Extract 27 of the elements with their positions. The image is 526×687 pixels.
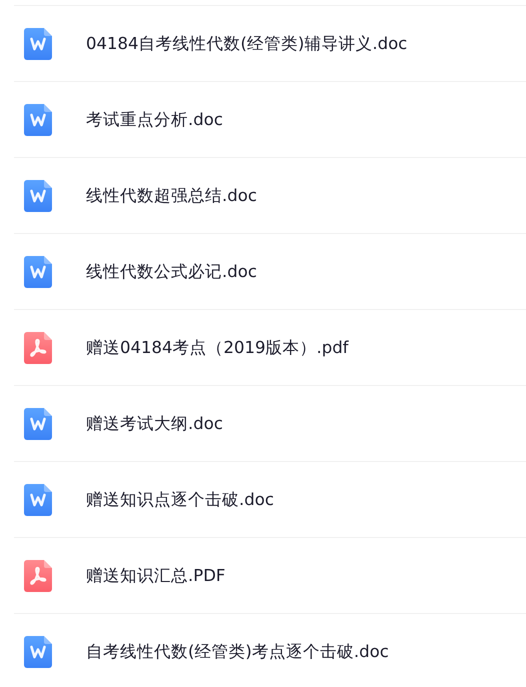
file-name: 赠送知识汇总.PDF [86,564,226,586]
file-row[interactable]: 赠送知识汇总.PDF [14,537,526,613]
file-row[interactable]: 自考线性代数(经管类)考点逐个击破.doc [14,613,526,687]
word-file-icon [24,104,52,136]
file-name: 赠送考试大纲.doc [86,412,223,434]
file-name: 04184自考线性代数(经管类)辅导讲义.doc [86,32,408,54]
word-file-icon [24,636,52,668]
file-name: 线性代数超强总结.doc [86,184,257,206]
file-row[interactable]: 赠送考试大纲.doc [14,385,526,461]
word-file-icon [24,256,52,288]
file-name: 自考线性代数(经管类)考点逐个击破.doc [86,640,389,662]
file-name: 考试重点分析.doc [86,108,223,130]
word-file-icon [24,484,52,516]
word-file-icon [24,180,52,212]
file-name: 赠送04184考点（2019版本）.pdf [86,336,348,358]
file-row[interactable]: 考试重点分析.doc [14,81,526,157]
file-row[interactable]: 赠送04184考点（2019版本）.pdf [14,309,526,385]
word-file-icon [24,28,52,60]
file-name: 赠送知识点逐个击破.doc [86,488,274,510]
file-row[interactable]: 赠送知识点逐个击破.doc [14,461,526,537]
pdf-file-icon [24,560,52,592]
file-row[interactable]: 线性代数公式必记.doc [14,233,526,309]
pdf-file-icon [24,332,52,364]
file-row[interactable]: 线性代数超强总结.doc [14,157,526,233]
file-row[interactable]: 04184自考线性代数(经管类)辅导讲义.doc [14,5,526,81]
word-file-icon [24,408,52,440]
file-name: 线性代数公式必记.doc [86,260,257,282]
